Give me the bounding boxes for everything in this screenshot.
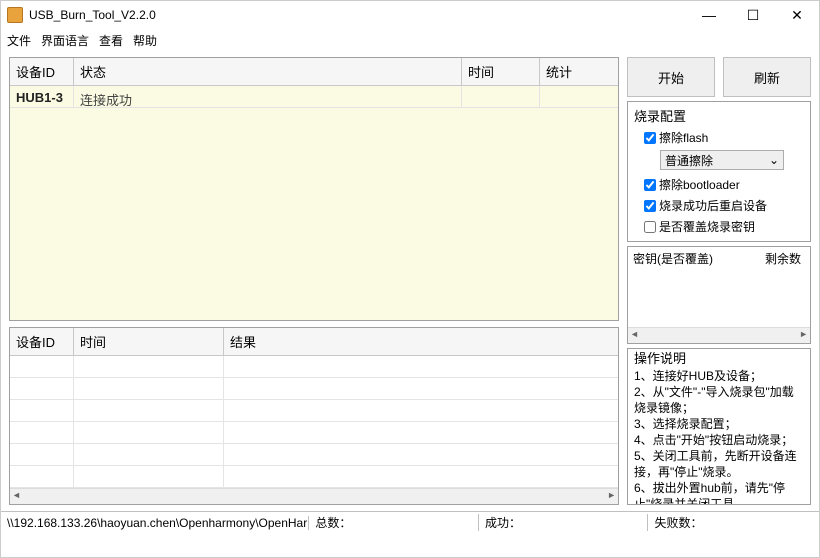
- chevron-down-icon: ⌄: [769, 153, 779, 167]
- instructions-title: 操作说明: [634, 351, 804, 367]
- erase-flash-checkbox[interactable]: [644, 132, 656, 144]
- col-time[interactable]: 时间: [462, 58, 540, 86]
- status-total: 总数：: [309, 514, 479, 531]
- status-success: 成功：: [479, 514, 649, 531]
- title-bar: USB_Burn_Tool_V2.2.0 — ☐ ✕: [1, 1, 819, 29]
- status-fail: 失败数：: [648, 514, 817, 531]
- erase-bootloader-checkbox[interactable]: [644, 179, 656, 191]
- overwrite-key-row[interactable]: 是否覆盖烧录密钥: [634, 216, 804, 237]
- reboot-after-row[interactable]: 烧录成功后重启设备: [634, 195, 804, 216]
- erase-flash-label: 擦除flash: [659, 129, 708, 146]
- status-bar: \\192.168.133.26\haoyuan.chen\Openharmon…: [1, 511, 819, 533]
- menu-language[interactable]: 界面语言: [41, 32, 89, 49]
- col-stat[interactable]: 统计: [540, 58, 618, 86]
- menu-help[interactable]: 帮助: [133, 32, 157, 49]
- instruction-line: 3、选择烧录配置；: [634, 416, 804, 432]
- close-button[interactable]: ✕: [775, 1, 819, 29]
- col-status[interactable]: 状态: [74, 58, 462, 86]
- device-grid[interactable]: 设备ID 状态 时间 统计 HUB1-3 连接成功: [9, 57, 619, 321]
- instruction-line: 5、关闭工具前，先断开设备连接，再"停止"烧录。: [634, 448, 804, 480]
- overwrite-key-checkbox[interactable]: [644, 221, 656, 233]
- cell-device-id: HUB1-3: [10, 86, 74, 108]
- erase-mode-select[interactable]: 普通擦除 ⌄: [660, 150, 784, 170]
- window-title: USB_Burn_Tool_V2.2.0: [29, 8, 687, 22]
- cell-status: 连接成功: [74, 86, 462, 108]
- refresh-button[interactable]: 刷新: [723, 57, 811, 97]
- erase-flash-row[interactable]: 擦除flash: [634, 127, 804, 148]
- maximize-button[interactable]: ☐: [731, 1, 775, 29]
- reboot-after-checkbox[interactable]: [644, 200, 656, 212]
- menu-view[interactable]: 查看: [99, 32, 123, 49]
- erase-bootloader-row[interactable]: 擦除bootloader: [634, 174, 804, 195]
- burn-config-panel: 烧录配置 擦除flash 普通擦除 ⌄ 擦除bootloader 烧录成功后重启…: [627, 101, 811, 242]
- col-time-2[interactable]: 时间: [74, 328, 224, 356]
- start-button[interactable]: 开始: [627, 57, 715, 97]
- app-icon: [7, 7, 23, 23]
- instruction-line: 4、点击"开始"按钮启动烧录；: [634, 432, 804, 448]
- cell-stat: [540, 86, 618, 108]
- key-col-2: 剩余数: [760, 247, 810, 270]
- instructions-panel: 操作说明 1、连接好HUB及设备； 2、从"文件"-"导入烧录包"加载烧录镜像；…: [627, 348, 811, 505]
- minimize-button[interactable]: —: [687, 1, 731, 29]
- col-result[interactable]: 结果: [224, 328, 618, 356]
- menu-bar: 文件 界面语言 查看 帮助: [1, 29, 819, 51]
- key-col-1: 密钥(是否覆盖): [628, 247, 760, 270]
- erase-mode-value: 普通擦除: [665, 152, 713, 169]
- col-device-id-2[interactable]: 设备ID: [10, 328, 74, 356]
- burn-config-title: 烧录配置: [634, 106, 804, 125]
- menu-file[interactable]: 文件: [7, 32, 31, 49]
- instruction-line: 1、连接好HUB及设备；: [634, 368, 804, 384]
- status-path: \\192.168.133.26\haoyuan.chen\Openharmon…: [3, 516, 309, 530]
- overwrite-key-label: 是否覆盖烧录密钥: [659, 218, 755, 235]
- instruction-line: 2、从"文件"-"导入烧录包"加载烧录镜像；: [634, 384, 804, 416]
- key-grid[interactable]: 密钥(是否覆盖) 剩余数: [627, 246, 811, 344]
- horizontal-scrollbar[interactable]: [10, 488, 618, 504]
- reboot-after-label: 烧录成功后重启设备: [659, 197, 767, 214]
- result-grid[interactable]: 设备ID 时间 结果: [9, 327, 619, 505]
- col-device-id[interactable]: 设备ID: [10, 58, 74, 86]
- erase-bootloader-label: 擦除bootloader: [659, 176, 740, 193]
- key-horizontal-scrollbar[interactable]: [628, 327, 810, 343]
- instruction-line: 6、拔出外置hub前，请先"停止"烧录并关闭工具。: [634, 480, 804, 505]
- table-row[interactable]: HUB1-3 连接成功: [10, 86, 618, 108]
- cell-time: [462, 86, 540, 108]
